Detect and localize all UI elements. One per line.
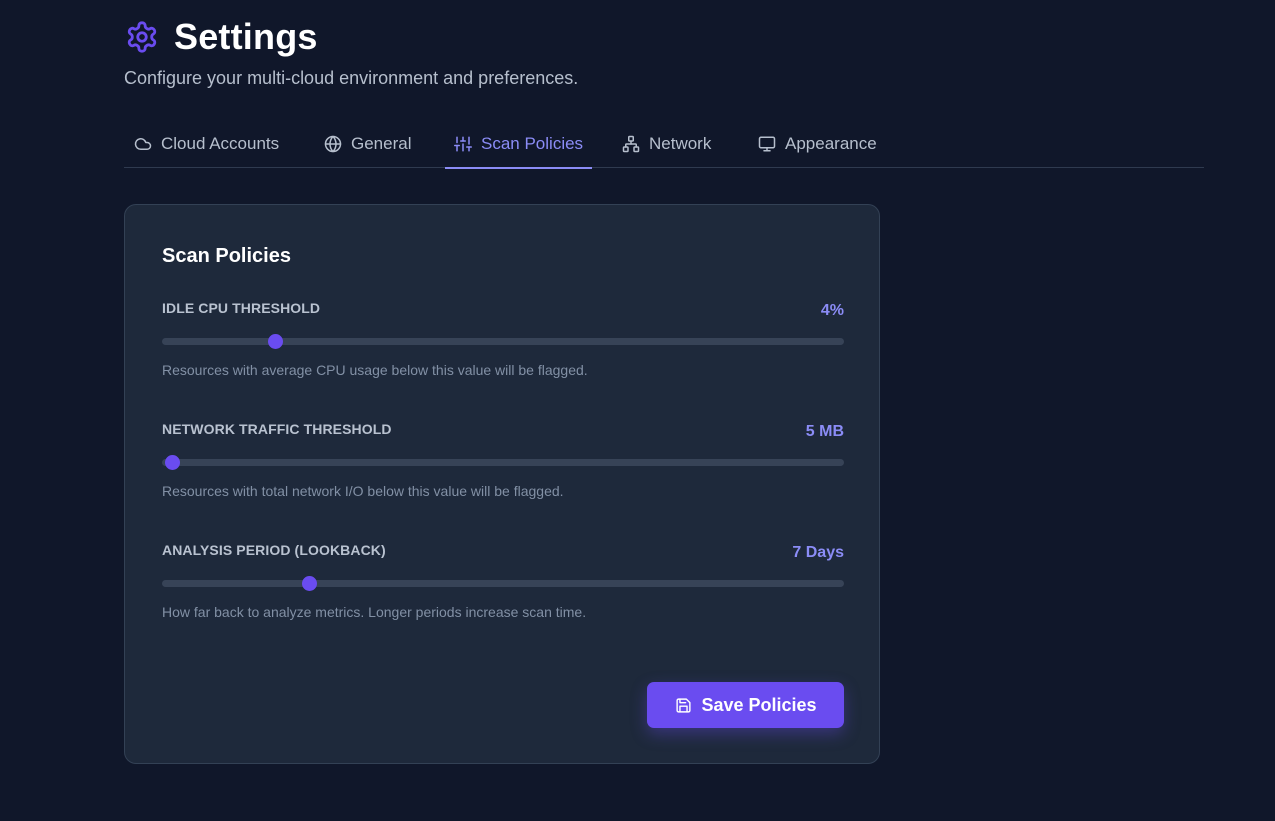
globe-icon xyxy=(324,135,342,153)
setting-help-text: Resources with total network I/O below t… xyxy=(162,483,564,499)
monitor-icon xyxy=(758,135,776,153)
idle-cpu-threshold-slider[interactable] xyxy=(162,338,844,345)
tab-general[interactable]: General xyxy=(324,120,411,168)
tab-appearance[interactable]: Appearance xyxy=(758,120,877,168)
save-icon xyxy=(674,696,692,714)
slider-thumb[interactable] xyxy=(301,576,317,591)
cloud-icon xyxy=(134,135,152,153)
setting-value: 7 Days xyxy=(792,544,844,561)
tab-scan-policies[interactable]: Scan Policies xyxy=(445,120,593,169)
tab-label: Scan Policies xyxy=(481,134,584,153)
page-header: Settings xyxy=(124,16,318,58)
page-subtitle: Configure your multi-cloud environment a… xyxy=(124,68,579,88)
setting-label: NETWORK TRAFFIC THRESHOLD xyxy=(162,421,392,437)
save-policies-button[interactable]: Save Policies xyxy=(647,682,844,728)
setting-label: ANALYSIS PERIOD (LOOKBACK) xyxy=(162,542,386,558)
setting-value: 5 MB xyxy=(805,423,844,440)
setting-label: IDLE CPU THRESHOLD xyxy=(162,300,321,316)
slider-thumb[interactable] xyxy=(267,334,283,349)
scan-policies-card: Scan Policies IDLE CPU THRESHOLD 4% Reso… xyxy=(124,204,880,764)
setting-help-text: Resources with average CPU usage below t… xyxy=(162,362,588,378)
tab-label: Appearance xyxy=(785,134,877,153)
network-icon xyxy=(622,135,640,153)
tab-label: General xyxy=(351,134,412,153)
card-title: Scan Policies xyxy=(162,245,291,267)
gear-icon xyxy=(124,19,160,55)
sliders-icon xyxy=(454,135,472,153)
page-title: Settings xyxy=(174,16,318,57)
tab-network[interactable]: Network xyxy=(622,120,711,168)
tab-cloud-accounts[interactable]: Cloud Accounts xyxy=(134,120,279,168)
tab-label: Network xyxy=(649,134,712,153)
analysis-period-slider[interactable] xyxy=(162,580,844,587)
setting-help-text: How far back to analyze metrics. Longer … xyxy=(162,604,587,620)
settings-tabs: Cloud Accounts General Scan Policies Net… xyxy=(124,120,1204,169)
tab-label: Cloud Accounts xyxy=(161,134,280,153)
setting-value: 4% xyxy=(820,302,844,319)
network-traffic-threshold-slider[interactable] xyxy=(162,459,844,466)
save-button-label: Save Policies xyxy=(701,694,817,715)
slider-thumb[interactable] xyxy=(165,455,181,470)
